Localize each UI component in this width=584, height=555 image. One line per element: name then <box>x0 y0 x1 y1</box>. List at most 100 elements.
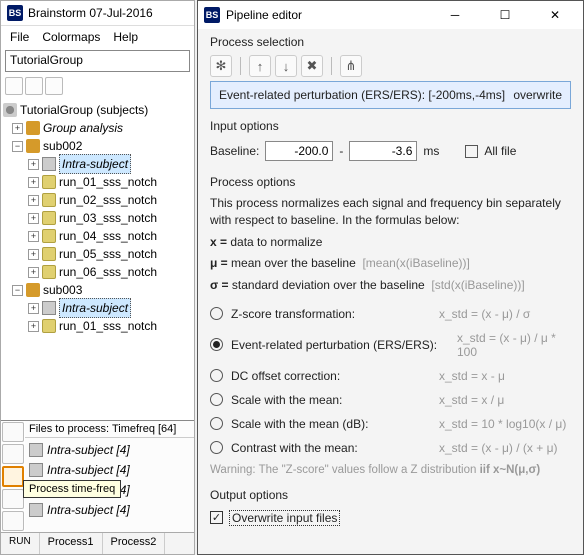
brainstorm-titlebar: BS Brainstorm 07-Jul-2016 <box>1 1 194 26</box>
expand-icon[interactable]: + <box>12 123 23 134</box>
process-type-1[interactable] <box>2 422 24 442</box>
radio-icon[interactable] <box>210 369 223 382</box>
process-type-timefreq[interactable] <box>2 466 24 486</box>
view-toolbar <box>1 74 194 98</box>
expand-icon[interactable]: + <box>28 249 39 260</box>
view-btn-2[interactable] <box>25 77 43 95</box>
pipeline-menu-button[interactable]: ⋔ <box>340 55 362 77</box>
minimize-button[interactable]: ─ <box>433 1 477 29</box>
option-zscore[interactable]: Z-score transformation:x_std = (x - μ) /… <box>210 302 571 326</box>
close-button[interactable]: ✕ <box>533 1 577 29</box>
tree-group: +Group analysis <box>3 119 192 137</box>
option-dc[interactable]: DC offset correction:x_std = x - μ <box>210 364 571 388</box>
list-item: Intra-subject [4] <box>29 500 190 520</box>
move-down-button[interactable]: ↓ <box>275 55 297 77</box>
tab-process1[interactable]: Process1 <box>40 533 103 554</box>
brainstorm-title: Brainstorm 07-Jul-2016 <box>28 6 153 20</box>
folder-icon <box>42 265 56 279</box>
process-type-2[interactable] <box>2 444 24 464</box>
expand-icon[interactable]: + <box>28 177 39 188</box>
baseline-start-input[interactable] <box>265 141 333 161</box>
menu-colormaps[interactable]: Colormaps <box>37 28 105 46</box>
move-up-button[interactable]: ↑ <box>249 55 271 77</box>
radio-icon[interactable] <box>210 393 223 406</box>
folder-icon <box>42 229 56 243</box>
expand-icon[interactable]: + <box>28 213 39 224</box>
intra-icon <box>29 443 43 457</box>
allfile-label: All file <box>484 144 516 158</box>
tree-run: +run_03_sss_notch <box>3 209 192 227</box>
subject-icon <box>26 283 40 297</box>
process-type-5[interactable] <box>2 511 24 531</box>
options-button[interactable]: ✻ <box>210 55 232 77</box>
selected-process[interactable]: Event-related perturbation (ERS/ERS): [-… <box>210 81 571 109</box>
view-btn-1[interactable] <box>5 77 23 95</box>
process-toolbar: ✻ ↑ ↓ ✖ ⋔ <box>210 53 571 81</box>
expand-icon[interactable]: + <box>28 231 39 242</box>
process-type-4[interactable] <box>2 489 24 509</box>
list-item: Intra-subject [4] <box>29 440 190 460</box>
tab-process2[interactable]: Process2 <box>103 533 166 554</box>
maximize-button[interactable]: ☐ <box>483 1 527 29</box>
folder-icon <box>42 193 56 207</box>
collapse-icon[interactable]: − <box>12 141 23 152</box>
baseline-label: Baseline: <box>210 144 259 158</box>
intra-icon <box>29 463 43 477</box>
menubar: File Colormaps Help <box>1 26 194 48</box>
tree-sub003-intra: +Intra-subject <box>3 299 192 317</box>
group-icon <box>26 121 40 135</box>
view-btn-3[interactable] <box>45 77 63 95</box>
expand-icon[interactable]: + <box>28 195 39 206</box>
option-scale-mean[interactable]: Scale with the mean:x_std = x / μ <box>210 388 571 412</box>
delete-button[interactable]: ✖ <box>301 55 323 77</box>
output-options-title: Output options <box>210 488 571 502</box>
expand-icon[interactable]: + <box>28 267 39 278</box>
subject-icon <box>26 139 40 153</box>
radio-icon[interactable] <box>210 307 223 320</box>
option-contrast[interactable]: Contrast with the mean:x_std = (x - μ) /… <box>210 436 571 460</box>
tab-run[interactable]: RUN <box>1 533 40 554</box>
tree-sub002: −sub002 <box>3 137 192 155</box>
radio-icon[interactable] <box>210 338 223 351</box>
folder-icon <box>42 211 56 225</box>
database-tree[interactable]: TutorialGroup (subjects) +Group analysis… <box>1 99 194 416</box>
process-desc: This process normalizes each signal and … <box>210 193 571 232</box>
menu-file[interactable]: File <box>5 28 34 46</box>
brainstorm-logo-icon: BS <box>7 5 23 21</box>
database-icon <box>3 103 17 117</box>
overwrite-checkbox[interactable]: ✓ <box>210 511 223 524</box>
brainstorm-window: BS Brainstorm 07-Jul-2016 File Colormaps… <box>0 0 195 555</box>
option-ers[interactable]: Event-related perturbation (ERS/ERS):x_s… <box>210 326 571 364</box>
tree-run: +run_02_sss_notch <box>3 191 192 209</box>
input-options-title: Input options <box>210 119 571 133</box>
zscore-warning: Warning: The "Z-score" values follow a Z… <box>210 460 571 478</box>
protocol-field[interactable]: TutorialGroup <box>5 50 190 72</box>
radio-icon[interactable] <box>210 417 223 430</box>
allfile-checkbox[interactable] <box>465 145 478 158</box>
output-options-section: Output options ✓ Overwrite input files <box>198 482 583 534</box>
option-scale-db[interactable]: Scale with the mean (dB):x_std = 10 * lo… <box>210 412 571 436</box>
expand-icon[interactable]: + <box>28 321 39 332</box>
tree-run: +run_06_sss_notch <box>3 263 192 281</box>
folder-icon <box>42 247 56 261</box>
files-to-process-pane: Files to process: Timefreq [64] Intra-su… <box>25 420 194 532</box>
overwrite-label[interactable]: Overwrite input files <box>229 510 340 526</box>
radio-icon[interactable] <box>210 441 223 454</box>
expand-icon[interactable]: + <box>28 159 39 170</box>
baseline-unit: ms <box>423 144 439 158</box>
pipeline-editor-window: BS Pipeline editor ─ ☐ ✕ Process selecti… <box>197 0 584 555</box>
collapse-icon[interactable]: − <box>12 285 23 296</box>
pipeline-titlebar: BS Pipeline editor ─ ☐ ✕ <box>198 1 583 29</box>
input-options-section: Input options Baseline: - ms All file <box>198 113 583 169</box>
process-name: Event-related perturbation (ERS/ERS): [-… <box>219 88 505 102</box>
tree-run: +run_01_sss_notch <box>3 317 192 335</box>
menu-help[interactable]: Help <box>108 28 143 46</box>
process-type-buttons <box>1 420 25 532</box>
baseline-end-input[interactable] <box>349 141 417 161</box>
tree-run: +run_01_sss_notch <box>3 173 192 191</box>
intra-icon <box>29 503 43 517</box>
pipeline-title: Pipeline editor <box>226 8 302 22</box>
expand-icon[interactable]: + <box>28 303 39 314</box>
intra-icon <box>42 301 56 315</box>
tooltip: Process time-freq <box>23 480 121 498</box>
